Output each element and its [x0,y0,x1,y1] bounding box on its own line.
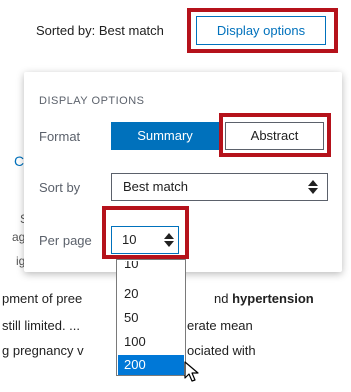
panel-title: DISPLAY OPTIONS [39,95,145,107]
highlight-per-page [102,206,189,259]
snippet-line-2b: erate mean [187,318,253,333]
sorted-by-label: Sorted by: Best match [36,23,164,38]
result-title-fragment: C [14,153,25,169]
cursor-icon [184,361,199,382]
snippet-line-3a: g pregnancy v [2,343,84,358]
page: Sorted by: Best match Display options C … [0,0,351,392]
option-100[interactable]: 100 [118,332,184,352]
snippet-line-1a: pment of pree [2,291,83,306]
per-page-label: Per page [39,233,92,248]
snippet-mid: nd [214,291,233,306]
format-summary-button[interactable]: Summary [111,122,219,150]
option-20[interactable]: 20 [118,284,184,304]
format-label: Format [39,129,81,144]
snippet-line-2a: still limited. ... [2,318,81,333]
highlight-display-options [187,8,338,53]
snippet-keyword: hypertension [232,291,314,306]
snippet-line-1b: nd hypertension [214,291,314,306]
snippet-line-3b: ociated with [187,343,256,358]
sort-by-label: Sort by [39,180,81,195]
highlight-abstract [219,113,331,157]
option-10[interactable]: 10 [118,261,184,270]
updown-icon [308,180,318,194]
option-200[interactable]: 200 [118,355,184,375]
sort-by-value: Best match [123,179,189,194]
per-page-dropdown: 10 20 50 100 200 [116,259,186,376]
sort-by-select[interactable]: Best match [111,173,328,201]
option-50[interactable]: 50 [118,308,184,328]
